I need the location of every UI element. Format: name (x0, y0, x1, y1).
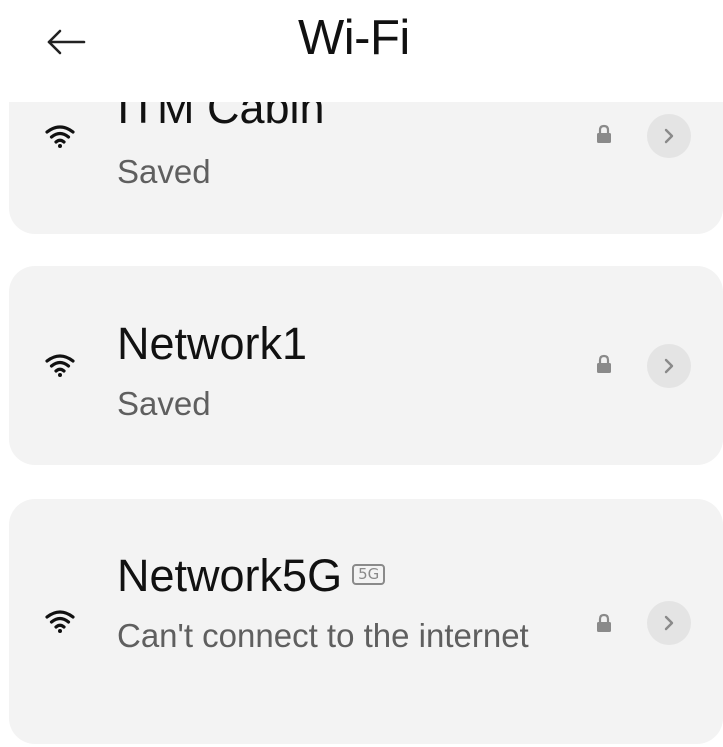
arrow-left-icon (47, 29, 86, 55)
page-title: Wi-Fi (298, 11, 410, 65)
chevron-right-icon (664, 358, 674, 374)
top-app-bar: Wi-Fi (0, 0, 723, 102)
wifi-signal-icon (45, 354, 75, 377)
back-button[interactable] (38, 14, 94, 70)
lock-icon (597, 354, 611, 373)
network-details-button[interactable] (647, 114, 691, 158)
network-item-network5g[interactable]: Network5G 5G Can't connect to the interne… (9, 499, 723, 744)
band-5g-badge: 5G (352, 563, 386, 585)
network-name-text: Network5G (117, 550, 343, 601)
network-details-button[interactable] (647, 344, 691, 388)
network-name: Network1 (117, 318, 308, 369)
chevron-right-icon (664, 615, 674, 631)
wifi-settings-screen: ITM Cabin Saved Network1 Saved Network5G… (0, 0, 723, 747)
network-name: Network5G 5G (117, 548, 386, 604)
network-details-button[interactable] (647, 601, 691, 645)
network-list: ITM Cabin Saved Network1 Saved Network5G… (0, 0, 723, 747)
network-status: Saved (117, 385, 211, 422)
wifi-signal-icon (45, 125, 75, 148)
network-status: Can't connect to the internet (117, 617, 529, 654)
lock-icon (597, 124, 611, 143)
wifi-signal-icon (45, 610, 75, 633)
network-status: Saved (117, 153, 211, 190)
chevron-right-icon (664, 128, 674, 144)
network-item-network1[interactable]: Network1 Saved (9, 266, 723, 465)
lock-icon (597, 613, 611, 632)
